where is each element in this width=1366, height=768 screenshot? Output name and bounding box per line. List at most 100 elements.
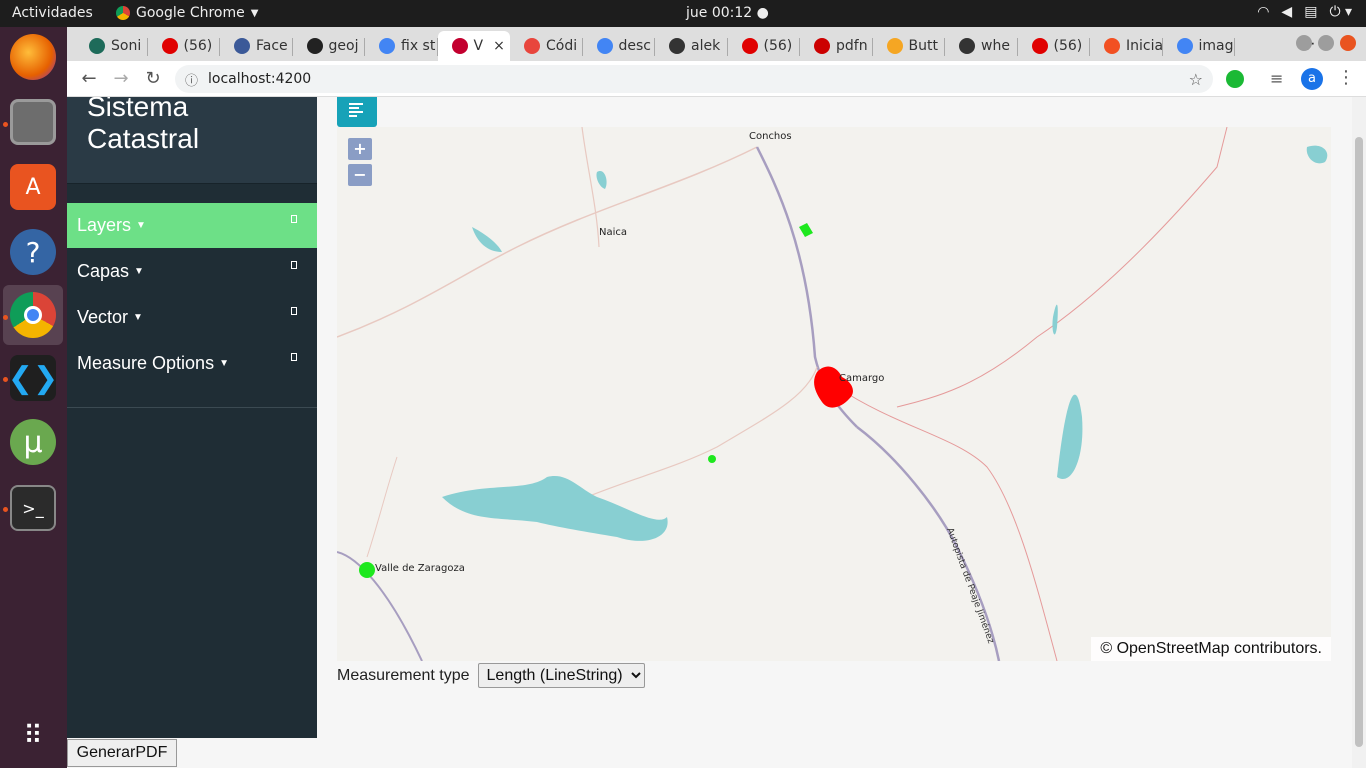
- browser-tab[interactable]: pdfn: [800, 31, 873, 61]
- map-canvas[interactable]: Conchos Naica Camargo Valle de Zaragoza …: [337, 127, 1331, 661]
- sidebar-item-label: Vector: [77, 307, 129, 327]
- caret-down-icon: ▼: [136, 220, 146, 231]
- browser-toolbar: ← → ↻ ⓘ localhost:4200 ☆ ≡ a ⋮: [67, 61, 1366, 97]
- lake: [596, 170, 607, 189]
- tab-label: (56): [183, 38, 213, 54]
- browser-tab[interactable]: Butt: [873, 31, 945, 61]
- tab-favicon-icon: [669, 38, 685, 54]
- system-top-bar: Actividades Google Chrome ▼ jue 00:12 ● …: [0, 0, 1366, 27]
- caret-down-icon: ▼: [134, 266, 144, 277]
- browser-tab[interactable]: fix st: [365, 31, 438, 61]
- sidebar-title: Sistema Catastral: [87, 97, 200, 154]
- bookmark-star-icon[interactable]: ☆: [1189, 70, 1203, 89]
- tab-label: geoj: [328, 38, 359, 54]
- address-bar[interactable]: ⓘ localhost:4200 ☆: [175, 65, 1213, 93]
- sidebar-item-vector[interactable]: Vector ▼: [67, 295, 317, 340]
- tab-favicon-icon: [1031, 38, 1048, 54]
- browser-tab[interactable]: Soni: [75, 31, 148, 61]
- chrome-icon[interactable]: [10, 292, 56, 338]
- system-tray[interactable]: ◠ ◀ ▤ ⏻ ▾: [1257, 4, 1352, 20]
- info-icon[interactable]: ⓘ: [185, 70, 198, 89]
- clipboard-icon: ▤: [1304, 4, 1318, 20]
- map-label-autopista: Autopista de Peaje Jiménez: [944, 526, 996, 645]
- browser-tab[interactable]: Inicia: [1090, 31, 1163, 61]
- dropdown-box-icon: [291, 307, 297, 315]
- dock: A ? ❮❯ µ >_ ⠿: [0, 27, 67, 768]
- browser-tab[interactable]: (56): [1018, 31, 1090, 61]
- forward-icon[interactable]: →: [110, 68, 132, 89]
- zoom-out-button[interactable]: −: [348, 164, 372, 186]
- browser-tab[interactable]: V ×: [437, 31, 510, 61]
- map-label-conchos: Conchos: [749, 131, 792, 142]
- close-window-icon[interactable]: [1340, 35, 1356, 51]
- browser-tab[interactable]: desc: [583, 31, 655, 61]
- lake: [1057, 394, 1083, 479]
- tab-label: Códi: [546, 38, 578, 54]
- measurement-type-select[interactable]: Length (LineString): [477, 663, 645, 688]
- close-tab-icon[interactable]: ×: [493, 38, 505, 54]
- firefox-icon[interactable]: [10, 34, 56, 80]
- map-view[interactable]: Conchos Naica Camargo Valle de Zaragoza …: [337, 127, 1331, 661]
- minimize-icon[interactable]: [1296, 35, 1312, 51]
- zoom-in-button[interactable]: +: [348, 138, 372, 160]
- utorrent-icon[interactable]: µ: [10, 419, 56, 465]
- sidebar-toggle-button[interactable]: [337, 97, 377, 127]
- dropdown-box-icon: [291, 215, 297, 223]
- sidebar-item-measure-options[interactable]: Measure Options ▼: [67, 341, 317, 386]
- browser-tab[interactable]: alek: [655, 31, 728, 61]
- tab-favicon-icon: [959, 38, 975, 54]
- tab-favicon-icon: [161, 38, 178, 54]
- media-list-icon[interactable]: ≡: [1270, 69, 1283, 88]
- browser-tab[interactable]: (56): [728, 31, 800, 61]
- reload-icon[interactable]: ↻: [142, 68, 164, 89]
- lake: [472, 227, 502, 252]
- profile-avatar[interactable]: a: [1301, 68, 1323, 90]
- app-menu[interactable]: Google Chrome ▼: [116, 5, 258, 21]
- show-apps-icon[interactable]: ⠿: [10, 713, 56, 759]
- activities-button[interactable]: Actividades: [12, 5, 93, 21]
- tab-label: pdfn: [836, 38, 868, 54]
- green-feature: [359, 562, 375, 578]
- lake: [1306, 145, 1328, 164]
- browser-tab[interactable]: Face: [220, 31, 293, 61]
- clock[interactable]: jue 00:12 ●: [686, 5, 769, 21]
- help-icon[interactable]: ?: [10, 229, 56, 275]
- chevron-down-icon: ▼: [250, 7, 259, 19]
- page-scrollbar[interactable]: [1352, 97, 1366, 768]
- measurement-type-label: Measurement type: [337, 666, 470, 684]
- road: [836, 386, 1058, 661]
- generate-pdf-button[interactable]: GenerarPDF: [67, 739, 177, 767]
- map-label-valle: Valle de Zaragoza: [375, 563, 465, 574]
- tab-favicon-icon: [1104, 38, 1120, 54]
- browser-tab[interactable]: whe: [945, 31, 1018, 61]
- url-text: localhost:4200: [208, 71, 312, 87]
- terminal-icon[interactable]: >_: [10, 485, 56, 531]
- measurement-form: Measurement type Length (LineString): [337, 663, 645, 688]
- tab-label: Face: [256, 38, 288, 54]
- files-icon[interactable]: [10, 99, 56, 145]
- lake: [1052, 304, 1058, 335]
- sidebar-item-capas[interactable]: Capas ▼: [67, 249, 317, 294]
- software-center-icon[interactable]: A: [10, 164, 56, 210]
- extension-icon[interactable]: [1226, 70, 1244, 88]
- browser-tab[interactable]: (56): [148, 31, 220, 61]
- tab-favicon-icon: [234, 38, 250, 54]
- sidebar-header: Sistema Catastral: [67, 97, 317, 183]
- sidebar: Sistema Catastral Layers ▼ Capas ▼ Vecto…: [67, 97, 317, 738]
- maximize-icon[interactable]: [1318, 35, 1334, 51]
- browser-tab[interactable]: geoj: [293, 31, 365, 61]
- tab-label: fix st: [401, 38, 436, 54]
- tab-favicon-icon: [451, 38, 468, 54]
- vscode-icon[interactable]: ❮❯: [8, 355, 58, 401]
- road: [581, 127, 600, 248]
- tab-favicon-icon: [741, 38, 758, 54]
- sidebar-item-layers[interactable]: Layers ▼: [67, 203, 317, 248]
- browser-tab[interactable]: imag: [1163, 31, 1235, 61]
- more-menu-icon[interactable]: ⋮: [1337, 67, 1355, 88]
- road: [337, 146, 758, 338]
- sidebar-item-label: Layers: [77, 215, 132, 235]
- scrollbar-thumb[interactable]: [1355, 137, 1363, 747]
- tab-favicon-icon: [1176, 38, 1193, 54]
- browser-tab[interactable]: Códi: [510, 31, 583, 61]
- back-icon[interactable]: ←: [78, 68, 100, 89]
